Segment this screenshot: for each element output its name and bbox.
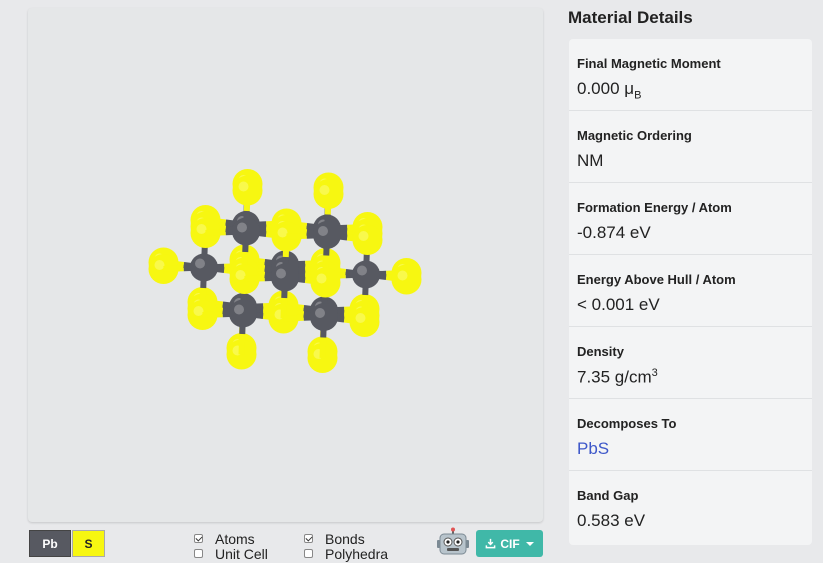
atoms-label: Atoms: [215, 530, 255, 547]
atom-s[interactable]: [310, 267, 341, 298]
detail-value: PbS: [577, 439, 804, 459]
cif-button-label: CIF: [500, 536, 520, 551]
atom-highlight: [196, 224, 207, 234]
download-icon: [485, 538, 496, 549]
detail-label: Band Gap: [577, 488, 639, 503]
bond: [244, 275, 265, 282]
unit-cell-checkbox[interactable]: [194, 549, 203, 558]
bonds-label: Bonds: [325, 530, 365, 547]
atom-highlight: [316, 273, 327, 284]
atom-highlight: [154, 260, 165, 270]
atom-highlight: [358, 231, 369, 241]
atom-highlight: [315, 308, 325, 318]
details-title: Material Details: [568, 8, 693, 27]
atom-highlight: [237, 222, 247, 233]
toggle-group-right: Bonds Polyhedra: [304, 530, 389, 562]
atom-highlight: [357, 265, 367, 276]
crystal-structure-canvas[interactable]: [28, 8, 543, 522]
detail-magnetic-ordering: Magnetic Ordering NM: [569, 111, 812, 183]
detail-label: Density: [577, 344, 624, 359]
toggle-group-left: Atoms Unit Cell: [194, 530, 268, 562]
atom-highlight: [319, 185, 330, 195]
atom-pb[interactable]: [190, 253, 218, 282]
atom-s[interactable]: [232, 175, 263, 206]
detail-label: Final Magnetic Moment: [577, 56, 721, 71]
bond: [205, 229, 226, 236]
atom-highlight: [235, 270, 246, 280]
detail-decomposes-to: Decomposes To PbS: [569, 399, 812, 471]
bond: [238, 333, 246, 355]
atom-highlight: [276, 268, 286, 279]
detail-energy-above-hull: Energy Above Hull / Atom < 0.001 eV: [569, 255, 812, 327]
atom-pb[interactable]: [313, 221, 341, 249]
atom-s[interactable]: [391, 264, 422, 295]
material-details-list: Final Magnetic Moment 0.000 μB Magnetic …: [569, 39, 812, 545]
detail-value: 0.583 eV: [577, 511, 646, 530]
chevron-down-icon: [525, 541, 534, 546]
detail-value: < 0.001 eV: [577, 295, 660, 314]
detail-density: Density 7.35 g/cm3: [569, 327, 812, 399]
bond: [163, 265, 184, 272]
atom-highlight: [277, 227, 288, 238]
bond: [202, 311, 223, 318]
bond: [283, 314, 304, 322]
detail-band-gap: Band Gap 0.583 eV: [569, 471, 812, 545]
polyhedra-checkbox[interactable]: [304, 549, 313, 558]
polyhedra-label: Polyhedra: [325, 545, 389, 562]
atom-highlight: [193, 306, 204, 316]
detail-formation-energy: Formation Energy / Atom -0.874 eV: [569, 183, 812, 255]
structure-viewer[interactable]: [28, 8, 543, 522]
bonds-toggle[interactable]: Bonds: [304, 530, 388, 547]
detail-label: Decomposes To: [577, 416, 677, 431]
bond: [280, 297, 288, 319]
atom-highlight: [234, 304, 244, 315]
atom-s[interactable]: [352, 225, 383, 255]
element-chip-s[interactable]: S: [72, 530, 105, 557]
cif-download-button[interactable]: CIF: [476, 530, 543, 557]
atom-highlight: [238, 181, 249, 192]
atom-pb[interactable]: [232, 217, 260, 246]
unit-cell-toggle[interactable]: Unit Cell: [194, 545, 268, 562]
atom-pb[interactable]: [352, 260, 380, 289]
atom-s[interactable]: [349, 307, 380, 337]
polyhedra-toggle[interactable]: Polyhedra: [304, 545, 389, 562]
bond: [286, 232, 307, 240]
atom-pb[interactable]: [229, 299, 257, 328]
bond: [319, 337, 327, 359]
element-chip-pb[interactable]: Pb: [29, 530, 71, 557]
atoms-toggle[interactable]: Atoms: [194, 530, 268, 547]
atom-pb[interactable]: [310, 303, 338, 331]
atom-highlight: [355, 313, 366, 323]
element-legend: Pb S: [29, 530, 105, 558]
unit-cell-label: Unit Cell: [215, 545, 268, 562]
detail-value: 7.35 g/cm3: [577, 367, 658, 387]
atom-highlight: [318, 226, 328, 236]
atoms-checkbox[interactable]: [194, 534, 203, 543]
detail-label: Magnetic Ordering: [577, 128, 692, 143]
detail-value: -0.874 eV: [577, 223, 651, 242]
decomposes-to-link[interactable]: PbS: [577, 439, 609, 458]
detail-final-magnetic-moment: Final Magnetic Moment 0.000 μB: [569, 39, 812, 111]
detail-label: Formation Energy / Atom: [577, 200, 732, 215]
detail-value: NM: [577, 151, 604, 170]
bonds-checkbox[interactable]: [304, 534, 313, 543]
atom-pb[interactable]: [271, 263, 299, 292]
robot-icon[interactable]: [437, 527, 469, 557]
atom-highlight: [195, 258, 205, 269]
detail-label: Energy Above Hull / Atom: [577, 272, 736, 287]
atom-s[interactable]: [313, 179, 344, 209]
detail-value: 0.000 μB: [577, 79, 642, 102]
atom-highlight: [397, 270, 408, 281]
